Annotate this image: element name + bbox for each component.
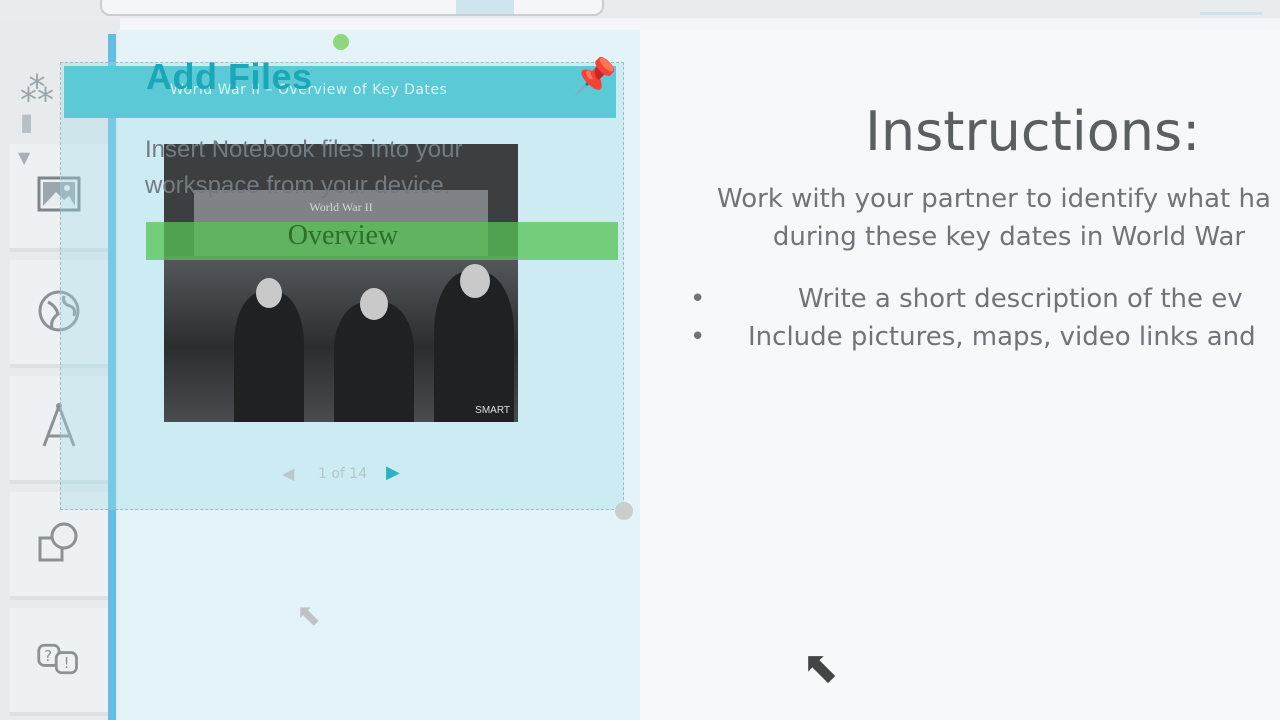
help-icon: ?!: [36, 636, 82, 682]
search-highlight: [456, 0, 514, 14]
rotate-handle[interactable]: [333, 34, 349, 50]
face-center: [360, 288, 388, 320]
thumbnail-watermark: SMART: [475, 405, 510, 416]
notebook-canvas[interactable]: Instructions: Work with your partner to …: [640, 30, 1280, 720]
resize-handle[interactable]: [615, 502, 633, 520]
svg-text:!: !: [64, 655, 70, 672]
svg-text:?: ?: [44, 648, 52, 665]
page-count: 1 of 14: [318, 466, 368, 482]
top-toolbar: [0, 0, 1280, 18]
trash-icon[interactable]: ▮: [20, 108, 33, 136]
toolbar-divider: [1200, 12, 1262, 15]
face-left: [256, 278, 282, 308]
shapes-icon: [36, 520, 82, 566]
instructions-line-2: during these key dates in World War: [772, 222, 1246, 252]
bullet-dot: •: [690, 284, 706, 314]
cursor-icon: ⬉: [296, 598, 322, 633]
prev-arrow-icon[interactable]: ◀: [282, 464, 294, 483]
pin-icon[interactable]: 📌: [572, 56, 617, 98]
list-item: • Include pictures, maps, video links an…: [690, 322, 1280, 356]
historical-photo: SMART: [164, 256, 518, 422]
instructions-body: Work with your partner to identify what …: [684, 180, 1280, 256]
apps-icon[interactable]: ⁂: [20, 70, 54, 110]
list-item: • Write a short description of the ev: [690, 284, 1280, 318]
bullet-text: Write a short description of the ev: [798, 284, 1243, 314]
overview-heading: Overview: [287, 220, 399, 251]
figure-center: [334, 302, 414, 422]
instructions-line-1: Work with your partner to identify what …: [717, 184, 1271, 214]
next-arrow-icon[interactable]: ▶: [386, 462, 400, 483]
chevron-down-icon[interactable]: ▼: [18, 148, 30, 167]
panel-description: Insert Notebook files into your workspac…: [145, 136, 463, 199]
mouse-pointer-icon: ⬉: [802, 642, 839, 693]
bullet-dot: •: [690, 322, 706, 352]
search-box[interactable]: [100, 0, 604, 16]
sidebar-item-help[interactable]: ?!: [10, 608, 108, 716]
panel-title: Add Files: [146, 56, 313, 97]
bullet-text: Include pictures, maps, video links and: [748, 322, 1256, 352]
figure-left: [234, 292, 304, 422]
instructions-title: Instructions:: [865, 100, 1201, 163]
face-right: [460, 264, 490, 298]
slide-pager: ◀ 1 of 14 ▶: [282, 462, 412, 490]
